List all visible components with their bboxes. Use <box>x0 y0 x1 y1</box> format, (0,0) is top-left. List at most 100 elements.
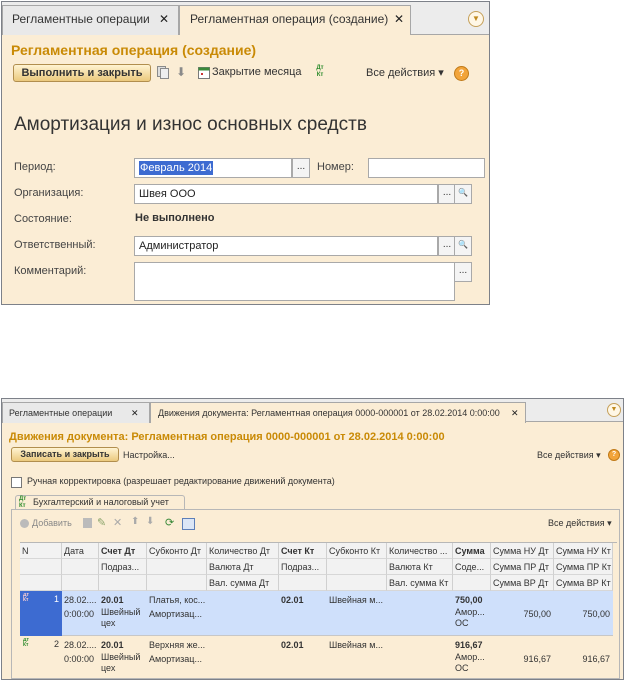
grid-all-actions-menu[interactable]: Все действия ▾ <box>548 518 612 529</box>
column-header[interactable]: Сумма ПР Кт <box>554 559 613 575</box>
tab-label: Бухгалтерский и налоговый учет <box>33 497 169 507</box>
movements-window: Регламентные операции ✕ Движения докумен… <box>1 398 624 680</box>
dt-kt-icon[interactable]: Дт Кт <box>313 65 327 79</box>
column-header[interactable]: Сумма НУ Кт <box>554 543 613 559</box>
pencil-icon[interactable]: ✎ <box>97 516 106 529</box>
column-header[interactable] <box>279 575 327 591</box>
column-header[interactable]: Сумма НУ Дт <box>491 543 554 559</box>
calendar-icon <box>198 66 210 79</box>
column-header[interactable]: Вал. сумма Кт <box>387 575 453 591</box>
period-label: Период: <box>14 161 56 173</box>
column-header[interactable] <box>327 575 387 591</box>
tab-operation-create[interactable]: Регламентная операция (создание) ✕ <box>179 5 411 35</box>
column-header[interactable]: Вал. сумма Дт <box>207 575 279 591</box>
document-window: Регламентные операции ✕ Регламентная опе… <box>1 1 490 305</box>
add-icon[interactable] <box>20 519 29 528</box>
tab-label: Движения документа: Регламентная операци… <box>158 408 500 418</box>
tab-document-movements[interactable]: Движения документа: Регламентная операци… <box>150 402 526 423</box>
all-actions-menu[interactable]: Все действия ▾ <box>537 450 601 461</box>
copy-icon[interactable] <box>83 518 92 528</box>
delete-icon[interactable]: ✕ <box>113 516 122 529</box>
column-header[interactable]: N <box>20 543 62 559</box>
column-header[interactable] <box>453 575 491 591</box>
column-header[interactable]: Субконто Дт <box>147 543 207 559</box>
organization-open-icon[interactable]: 🔍 <box>454 184 472 204</box>
column-header[interactable] <box>20 559 62 575</box>
sum-cell: 916,67 <box>455 640 483 650</box>
run-and-close-button[interactable]: Выполнить и закрыть <box>13 64 151 82</box>
tab-routine-operations[interactable]: Регламентные операции ✕ <box>2 5 179 35</box>
help-icon[interactable]: ? <box>608 449 620 461</box>
close-icon[interactable]: ✕ <box>394 6 404 33</box>
column-header[interactable] <box>327 559 387 575</box>
manual-edit-checkbox[interactable] <box>11 477 22 488</box>
sum-nu-kt-cell: 750,00 <box>582 609 610 619</box>
chevron-down-icon[interactable]: ▼ <box>607 403 621 417</box>
help-icon[interactable]: ? <box>454 66 469 81</box>
state-value: Не выполнено <box>135 212 215 224</box>
tab-accounting[interactable]: Дт Кт Бухгалтерский и налоговый учет <box>15 495 185 510</box>
tab-bar: Регламентные операции ✕ Регламентная опе… <box>2 2 489 35</box>
save-and-close-button[interactable]: Записать и закрыть <box>11 447 119 462</box>
column-header[interactable]: Субконто Кт <box>327 543 387 559</box>
comment-field[interactable] <box>134 262 455 301</box>
date-cell: 28.02.... <box>64 640 97 650</box>
tab-label: Регламентная операция (создание) <box>190 12 389 26</box>
refresh-icon[interactable]: ⟳ <box>165 516 174 529</box>
column-header[interactable]: Сумма ВР Кт <box>554 575 613 591</box>
column-header[interactable]: Количество Дт <box>207 543 279 559</box>
month-close-button[interactable]: Закрытие месяца <box>212 66 302 78</box>
close-icon[interactable]: ✕ <box>159 6 169 33</box>
responsible-field[interactable]: Администратор <box>134 236 438 256</box>
column-header[interactable] <box>99 575 147 591</box>
close-icon[interactable]: ✕ <box>511 403 519 423</box>
arrow-down-icon[interactable]: ⬇ <box>146 516 154 527</box>
department-dt-cell: Швейный цех <box>101 652 141 673</box>
manual-edit-label: Ручная корректировка (разрешает редактир… <box>27 476 335 486</box>
sum-cell: 750,00 <box>455 595 483 605</box>
column-header[interactable]: Сумма ВР Дт <box>491 575 554 591</box>
movements-table[interactable]: N Дата Счет Дт Субконто Дт Количество Дт Счет… <box>20 542 617 673</box>
column-header[interactable] <box>147 575 207 591</box>
column-header[interactable]: Сумма <box>453 543 491 559</box>
all-actions-menu[interactable]: Все действия ▾ <box>366 66 444 79</box>
column-header[interactable] <box>62 575 99 591</box>
subconto-kt-cell: Швейная м... <box>329 595 383 605</box>
form-title: Регламентная операция (создание) <box>11 42 257 58</box>
responsible-label: Ответственный: <box>14 239 96 251</box>
column-header[interactable]: Количество ... <box>387 543 453 559</box>
arrow-up-icon[interactable]: ⬆ <box>131 516 139 527</box>
number-field[interactable] <box>368 158 485 178</box>
organization-field[interactable]: Швея ООО <box>134 184 438 204</box>
responsible-open-icon[interactable]: 🔍 <box>454 236 472 256</box>
period-field[interactable]: Февраль 2014 <box>134 158 292 178</box>
column-header[interactable]: Счет Дт <box>99 543 147 559</box>
sum-nu-dt-cell: 750,00 <box>523 609 551 619</box>
column-header[interactable]: Валюта Дт <box>207 559 279 575</box>
period-select-button[interactable]: ... <box>292 158 310 178</box>
add-button[interactable]: Добавить <box>32 518 72 528</box>
column-header[interactable] <box>20 575 62 591</box>
tab-label: Регламентные операции <box>12 12 150 26</box>
account-kt-cell: 02.01 <box>281 595 304 605</box>
column-header[interactable]: Сумма ПР Дт <box>491 559 554 575</box>
copy-icon[interactable] <box>157 66 169 79</box>
column-header[interactable]: Подраз... <box>279 559 327 575</box>
column-header[interactable] <box>147 559 207 575</box>
settings-button[interactable]: Настройка... <box>123 450 175 460</box>
chevron-down-icon[interactable]: ▼ <box>468 11 484 27</box>
subconto-dt-cell: Платья, кос... <box>149 595 205 605</box>
table-icon[interactable] <box>182 518 195 530</box>
column-header[interactable]: Дата <box>62 543 99 559</box>
column-header[interactable] <box>62 559 99 575</box>
arrow-down-icon[interactable]: ⬇ <box>176 65 186 79</box>
state-label: Состояние: <box>14 213 72 225</box>
form-title: Движения документа: Регламентная операци… <box>9 431 445 443</box>
comment-select-button[interactable]: ... <box>454 262 472 282</box>
close-icon[interactable]: ✕ <box>131 403 139 423</box>
column-header[interactable]: Счет Кт <box>279 543 327 559</box>
tab-routine-operations[interactable]: Регламентные операции ✕ <box>2 402 150 423</box>
column-header[interactable]: Подраз... <box>99 559 147 575</box>
column-header[interactable]: Валюта Кт <box>387 559 453 575</box>
column-header[interactable]: Соде... <box>453 559 491 575</box>
